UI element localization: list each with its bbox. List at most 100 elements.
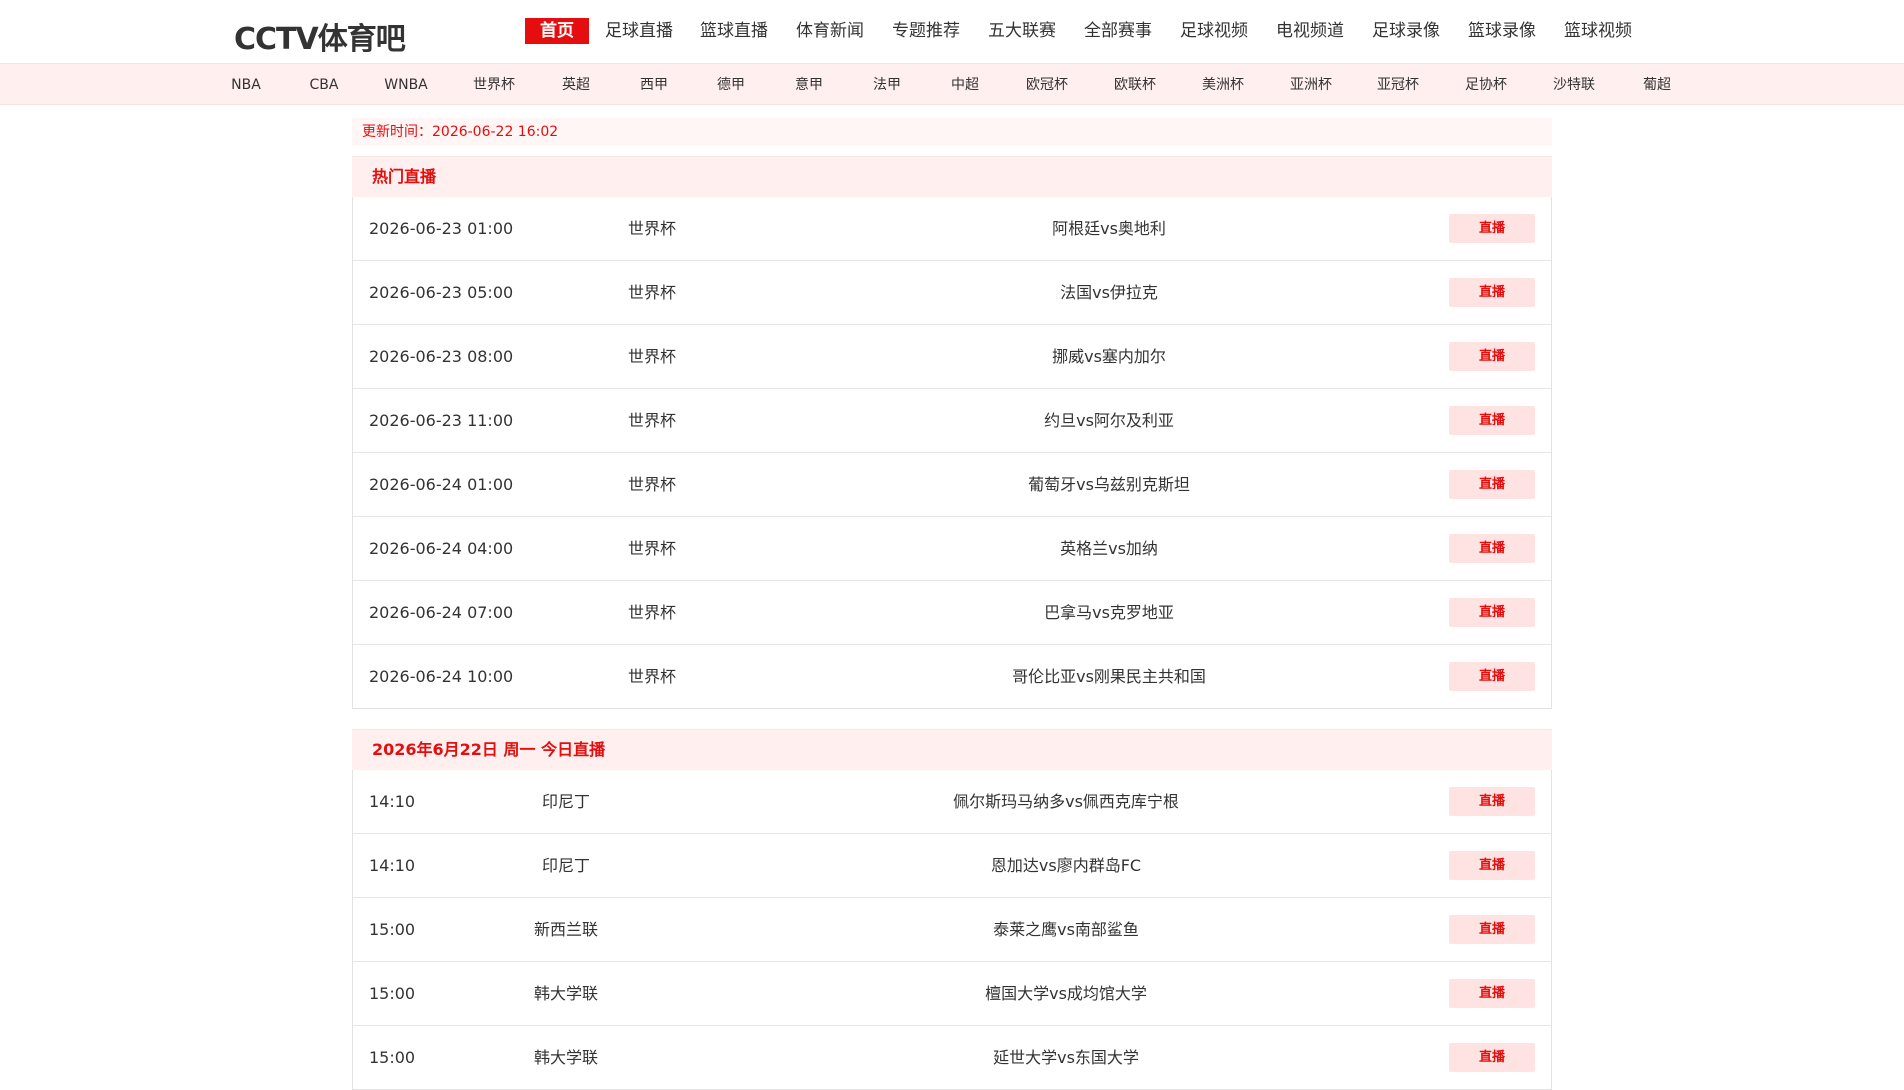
nav-item-top-five-leagues[interactable]: 五大联赛 xyxy=(988,18,1056,44)
nav-item-basketball-live[interactable]: 篮球直播 xyxy=(700,18,768,44)
hot-live-section: 热门直播 2026-06-23 01:00 世界杯 阿根廷vs奥地利 直播 20… xyxy=(352,156,1552,709)
match-teams: 佩尔斯玛马纳多vs佩西克库宁根 xyxy=(953,792,1179,811)
match-league: 世界杯 xyxy=(627,411,677,430)
match-league: 韩大学联 xyxy=(533,1048,599,1067)
match-row: 2026-06-24 07:00 世界杯 巴拿马vs克罗地亚 直播 xyxy=(353,581,1551,645)
match-league: 新西兰联 xyxy=(533,920,599,939)
match-league: 世界杯 xyxy=(627,475,677,494)
nav-item-football-replays[interactable]: 足球录像 xyxy=(1372,18,1440,44)
live-button[interactable]: 直播 xyxy=(1449,406,1535,435)
match-time: 2026-06-23 01:00 xyxy=(369,219,514,238)
live-button[interactable]: 直播 xyxy=(1449,979,1535,1008)
today-live-section: 2026年6月22日 周一 今日直播 14:10 印尼丁 佩尔斯玛马纳多vs佩西… xyxy=(352,729,1552,1090)
match-time: 2026-06-23 08:00 xyxy=(369,347,514,366)
match-row: 15:00 韩大学联 延世大学vs东国大学 直播 xyxy=(353,1026,1551,1089)
site-logo[interactable]: CCTV体育吧 xyxy=(234,14,406,58)
match-league: 世界杯 xyxy=(627,603,677,622)
update-time: 更新时间：2026-06-22 16:02 xyxy=(352,118,1552,146)
live-button[interactable]: 直播 xyxy=(1449,851,1535,880)
match-row: 15:00 韩大学联 檀国大学vs成均馆大学 直播 xyxy=(353,962,1551,1026)
match-teams: 挪威vs塞内加尔 xyxy=(1052,347,1166,366)
league-link-la-liga[interactable]: 西甲 xyxy=(640,76,668,94)
live-button[interactable]: 直播 xyxy=(1449,787,1535,816)
section-title: 2026年6月22日 周一 今日直播 xyxy=(352,729,1552,770)
match-time: 2026-06-23 11:00 xyxy=(369,411,514,430)
league-link-wnba[interactable]: WNBA xyxy=(384,76,428,94)
match-league: 印尼丁 xyxy=(541,856,591,875)
league-link-copa-america[interactable]: 美洲杯 xyxy=(1202,76,1244,94)
live-button[interactable]: 直播 xyxy=(1449,534,1535,563)
match-league: 世界杯 xyxy=(627,347,677,366)
match-teams: 英格兰vs加纳 xyxy=(1060,539,1158,558)
live-button[interactable]: 直播 xyxy=(1449,470,1535,499)
match-teams: 檀国大学vs成均馆大学 xyxy=(985,984,1147,1003)
nav-item-sports-news[interactable]: 体育新闻 xyxy=(796,18,864,44)
nav-item-tv-channels[interactable]: 电视频道 xyxy=(1276,18,1344,44)
match-time: 2026-06-23 05:00 xyxy=(369,283,514,302)
match-time: 2026-06-24 01:00 xyxy=(369,475,514,494)
match-league: 韩大学联 xyxy=(533,984,599,1003)
match-row: 15:00 新西兰联 泰莱之鹰vs南部鲨鱼 直播 xyxy=(353,898,1551,962)
match-teams: 延世大学vs东国大学 xyxy=(993,1048,1139,1067)
match-teams: 哥伦比亚vs刚果民主共和国 xyxy=(1012,667,1206,686)
match-row: 2026-06-23 05:00 世界杯 法国vs伊拉克 直播 xyxy=(353,261,1551,325)
match-row: 2026-06-23 08:00 世界杯 挪威vs塞内加尔 直播 xyxy=(353,325,1551,389)
nav-item-featured[interactable]: 专题推荐 xyxy=(892,18,960,44)
league-link-csl[interactable]: 中超 xyxy=(951,76,979,94)
live-button[interactable]: 直播 xyxy=(1449,662,1535,691)
league-link-ligue-1[interactable]: 法甲 xyxy=(873,76,901,94)
live-button[interactable]: 直播 xyxy=(1449,214,1535,243)
live-button[interactable]: 直播 xyxy=(1449,915,1535,944)
league-link-liga-portugal[interactable]: 葡超 xyxy=(1643,76,1671,94)
nav-item-basketball-videos[interactable]: 篮球视频 xyxy=(1564,18,1632,44)
league-link-world-cup[interactable]: 世界杯 xyxy=(473,76,515,94)
match-teams: 恩加达vs廖内群岛FC xyxy=(990,856,1142,875)
match-time: 15:00 xyxy=(369,984,416,1003)
league-link-champions-league[interactable]: 欧冠杯 xyxy=(1026,76,1068,94)
league-link-bundesliga[interactable]: 德甲 xyxy=(717,76,745,94)
league-link-afc-champions-league[interactable]: 亚冠杯 xyxy=(1377,76,1419,94)
match-league: 世界杯 xyxy=(627,283,677,302)
match-row: 2026-06-24 04:00 世界杯 英格兰vs加纳 直播 xyxy=(353,517,1551,581)
match-teams: 法国vs伊拉克 xyxy=(1060,283,1158,302)
match-time: 2026-06-24 07:00 xyxy=(369,603,514,622)
match-row: 2026-06-24 01:00 世界杯 葡萄牙vs乌兹别克斯坦 直播 xyxy=(353,453,1551,517)
league-link-premier-league[interactable]: 英超 xyxy=(562,76,590,94)
match-teams: 泰莱之鹰vs南部鲨鱼 xyxy=(993,920,1139,939)
league-link-nba[interactable]: NBA xyxy=(231,76,261,94)
match-row: 14:10 印尼丁 恩加达vs廖内群岛FC 直播 xyxy=(353,834,1551,898)
live-button[interactable]: 直播 xyxy=(1449,278,1535,307)
match-row: 2026-06-24 10:00 世界杯 哥伦比亚vs刚果民主共和国 直播 xyxy=(353,645,1551,708)
match-league: 印尼丁 xyxy=(541,792,591,811)
match-time: 14:10 xyxy=(369,856,416,875)
match-league: 世界杯 xyxy=(627,667,677,686)
match-time: 14:10 xyxy=(369,792,416,811)
match-time: 2026-06-24 10:00 xyxy=(369,667,514,686)
league-link-europa-league[interactable]: 欧联杯 xyxy=(1114,76,1156,94)
section-title: 热门直播 xyxy=(352,156,1552,197)
live-button[interactable]: 直播 xyxy=(1449,1043,1535,1072)
league-link-cba[interactable]: CBA xyxy=(310,76,339,94)
match-time: 15:00 xyxy=(369,1048,416,1067)
match-time: 2026-06-24 04:00 xyxy=(369,539,514,558)
main-content: 更新时间：2026-06-22 16:02 热门直播 2026-06-23 01… xyxy=(352,118,1552,1090)
league-link-serie-a[interactable]: 意甲 xyxy=(795,76,823,94)
nav-item-football-live[interactable]: 足球直播 xyxy=(605,18,673,44)
match-league: 世界杯 xyxy=(627,219,677,238)
live-button[interactable]: 直播 xyxy=(1449,598,1535,627)
nav-item-all-events[interactable]: 全部赛事 xyxy=(1084,18,1152,44)
league-nav: NBA CBA WNBA 世界杯 英超 西甲 德甲 意甲 法甲 中超 欧冠杯 欧… xyxy=(0,63,1904,105)
match-teams: 约旦vs阿尔及利亚 xyxy=(1044,411,1174,430)
top-header: CCTV体育吧 首页 足球直播 篮球直播 体育新闻 专题推荐 五大联赛 全部赛事… xyxy=(0,0,1904,63)
live-button[interactable]: 直播 xyxy=(1449,342,1535,371)
league-link-fa-cup[interactable]: 足协杯 xyxy=(1465,76,1507,94)
match-teams: 巴拿马vs克罗地亚 xyxy=(1044,603,1174,622)
league-link-saudi-league[interactable]: 沙特联 xyxy=(1553,76,1595,94)
match-row: 14:10 印尼丁 佩尔斯玛马纳多vs佩西克库宁根 直播 xyxy=(353,770,1551,834)
league-link-asian-cup[interactable]: 亚洲杯 xyxy=(1290,76,1332,94)
nav-item-basketball-replays[interactable]: 篮球录像 xyxy=(1468,18,1536,44)
match-time: 15:00 xyxy=(369,920,416,939)
match-teams: 阿根廷vs奥地利 xyxy=(1052,219,1166,238)
nav-item-home[interactable]: 首页 xyxy=(525,18,589,44)
nav-item-football-videos[interactable]: 足球视频 xyxy=(1180,18,1248,44)
